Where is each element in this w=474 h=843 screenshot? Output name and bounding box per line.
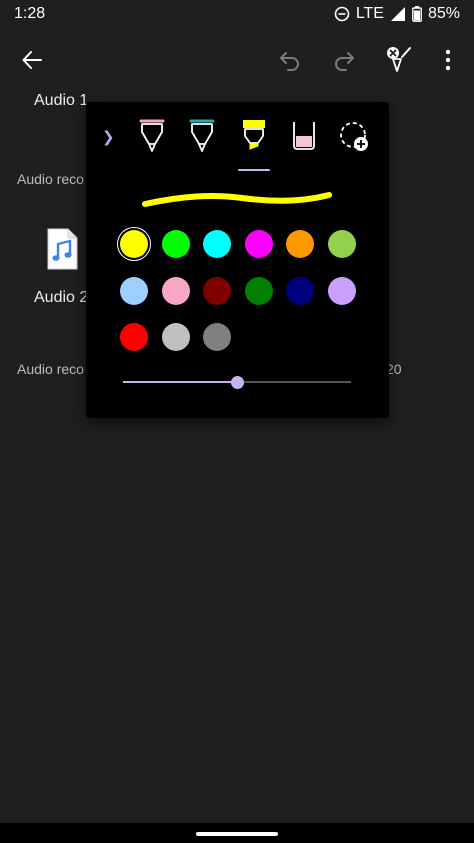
audio-file-icon[interactable] <box>46 228 78 270</box>
thickness-slider-fill <box>123 381 237 383</box>
stroke-preview <box>142 192 332 207</box>
more-vert-icon <box>445 49 451 71</box>
color-swatch[interactable] <box>120 230 148 258</box>
status-bar: 1:28 LTE 85% <box>0 0 474 30</box>
color-swatch[interactable] <box>327 276 356 305</box>
audio-item-2-subtitle: Audio reco <box>17 361 84 377</box>
color-swatch[interactable] <box>161 323 190 351</box>
do-not-disturb-icon <box>334 6 350 22</box>
color-swatch[interactable] <box>203 276 231 305</box>
color-swatch[interactable] <box>161 230 190 258</box>
highlighter-pink-tool[interactable] <box>288 118 320 154</box>
back-button[interactable] <box>16 44 48 76</box>
audio-item-1-title[interactable]: Audio 1 <box>34 92 88 110</box>
battery-label: 85% <box>427 5 460 22</box>
highlighter-yellow-tool[interactable] <box>238 118 270 154</box>
color-swatch[interactable] <box>203 323 231 351</box>
expand-chevron-icon[interactable]: ❯ <box>102 128 115 146</box>
color-swatch[interactable] <box>244 276 273 305</box>
thickness-slider-thumb[interactable] <box>230 376 244 389</box>
redo-button[interactable] <box>328 44 360 76</box>
color-swatch[interactable] <box>286 276 314 305</box>
selected-tool-indicator <box>238 169 270 171</box>
pen-panel: ❯ <box>86 102 389 418</box>
signal-icon <box>390 7 405 21</box>
add-pen-icon[interactable] <box>338 118 370 154</box>
pen-teal-tool[interactable] <box>186 118 218 154</box>
battery-icon <box>412 6 422 22</box>
color-swatch[interactable] <box>120 323 148 351</box>
more-options-button[interactable] <box>432 44 464 76</box>
network-label: LTE <box>355 5 384 22</box>
status-right: LTE 85% <box>334 5 460 23</box>
status-time: 1:28 <box>14 5 46 22</box>
pen-pink-tool[interactable] <box>136 118 168 154</box>
navigation-bar <box>0 823 474 843</box>
undo-button[interactable] <box>274 44 306 76</box>
back-arrow-icon <box>22 51 42 69</box>
color-swatch[interactable] <box>161 276 190 305</box>
toolbar <box>0 30 474 90</box>
undo-icon <box>280 52 299 71</box>
color-swatch[interactable] <box>286 230 314 258</box>
audio-item-1-subtitle: Audio reco <box>17 171 84 187</box>
pen-mode-button[interactable] <box>382 44 414 76</box>
color-swatch[interactable] <box>327 230 356 258</box>
home-handle[interactable] <box>196 832 278 836</box>
color-swatch[interactable] <box>120 276 148 305</box>
audio-item-2-title[interactable]: Audio 2 <box>34 289 88 307</box>
redo-icon <box>335 52 354 71</box>
pen-cancel-icon <box>387 47 411 72</box>
color-swatch[interactable] <box>244 230 273 258</box>
color-swatch[interactable] <box>203 230 231 258</box>
